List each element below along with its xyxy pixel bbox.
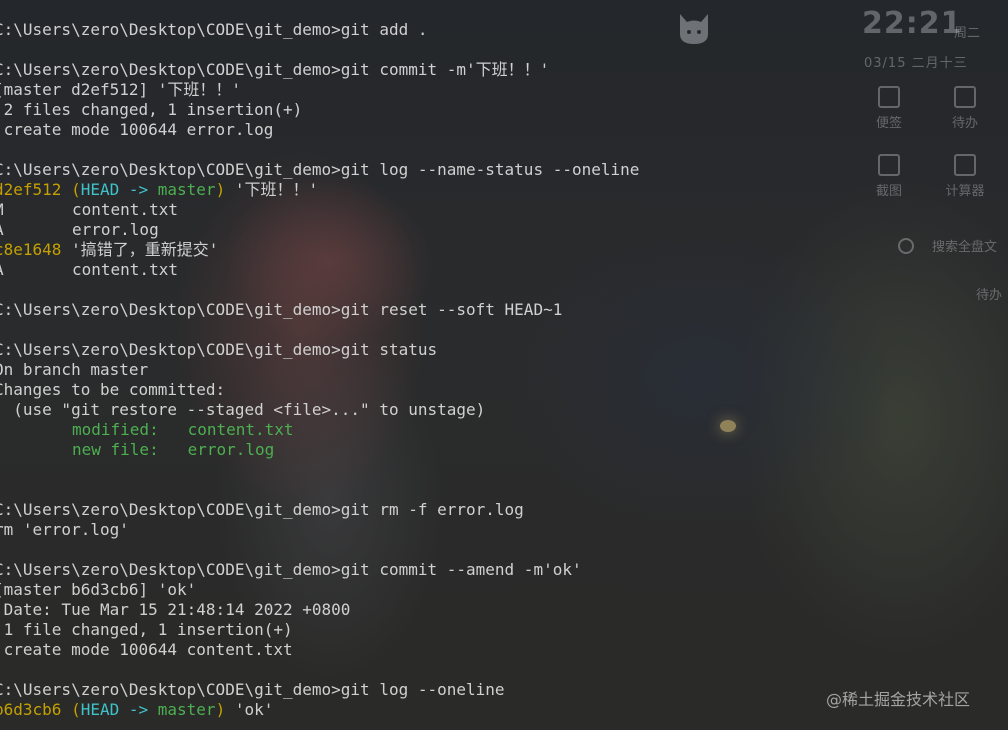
command: git reset --soft HEAD~1 xyxy=(340,300,563,319)
terminal-line: create mode 100644 error.log xyxy=(0,120,274,139)
terminal-line: C:\Users\zero\Desktop\CODE\git_demo>git … xyxy=(0,20,427,40)
terminal-line: C:\Users\zero\Desktop\CODE\git_demo>git … xyxy=(0,60,549,80)
prompt: C:\Users\zero\Desktop\CODE\git_demo> xyxy=(0,500,341,519)
terminal-line: C:\Users\zero\Desktop\CODE\git_demo>git … xyxy=(0,680,505,700)
log-entry: d2ef512 (HEAD -> master) '下班！！' xyxy=(0,180,318,200)
prompt: C:\Users\zero\Desktop\CODE\git_demo> xyxy=(0,300,341,319)
command: git status xyxy=(340,340,438,359)
command: git commit -m'下班！！' xyxy=(340,60,550,79)
command: git log --name-status --oneline xyxy=(340,160,640,179)
terminal-line: C:\Users\zero\Desktop\CODE\git_demo>git … xyxy=(0,560,582,580)
log-entry: c8e1648 '搞错了，重新提交' xyxy=(0,240,218,260)
ref-open: ( xyxy=(61,180,81,199)
watermark: @稀土掘金技术社区 xyxy=(826,690,971,709)
head-ref: HEAD -> xyxy=(80,700,158,719)
prompt: C:\Users\zero\Desktop\CODE\git_demo> xyxy=(0,560,341,579)
ref-close: ) xyxy=(215,700,226,719)
commit-message: '搞错了，重新提交' xyxy=(61,240,219,259)
file-status-row: Acontent.txt xyxy=(0,260,178,280)
prompt: C:\Users\zero\Desktop\CODE\git_demo> xyxy=(0,680,341,699)
terminal-line: C:\Users\zero\Desktop\CODE\git_demo>git … xyxy=(0,300,562,320)
terminal-line: 1 file changed, 1 insertion(+) xyxy=(0,620,293,639)
prompt: C:\Users\zero\Desktop\CODE\git_demo> xyxy=(0,60,341,79)
command: git commit --amend -m'ok' xyxy=(340,560,582,579)
branch-ref: master xyxy=(157,180,216,199)
staged-file: modified: content.txt xyxy=(72,420,294,439)
prompt: C:\Users\zero\Desktop\CODE\git_demo> xyxy=(0,160,341,179)
ref-close: ) xyxy=(215,180,226,199)
file-status: M xyxy=(0,200,4,219)
ref-open: ( xyxy=(61,700,81,719)
terminal-line: Date: Tue Mar 15 21:48:14 2022 +0800 xyxy=(0,600,351,619)
commit-hash: b6d3cb6 xyxy=(0,700,62,719)
head-ref: HEAD -> xyxy=(80,180,158,199)
command: git rm -f error.log xyxy=(340,500,524,519)
terminal-output: C:\Users\zero\Desktop\CODE\git_demo>git … xyxy=(0,0,1008,730)
commit-message: 'ok' xyxy=(225,700,274,719)
commit-hash: c8e1648 xyxy=(0,240,62,259)
staged-file: new file: error.log xyxy=(72,440,275,459)
file-name: content.txt xyxy=(72,260,178,279)
prompt: C:\Users\zero\Desktop\CODE\git_demo> xyxy=(0,20,341,39)
log-entry: b6d3cb6 (HEAD -> master) 'ok' xyxy=(0,700,273,720)
branch-ref: master xyxy=(157,700,216,719)
terminal-line: [master d2ef512] '下班！！' xyxy=(0,80,242,99)
file-name: error.log xyxy=(72,220,159,239)
file-status-row: Aerror.log xyxy=(0,220,159,240)
commit-message: '下班！！' xyxy=(225,180,319,199)
terminal-line: C:\Users\zero\Desktop\CODE\git_demo>git … xyxy=(0,500,524,520)
terminal-line: rm 'error.log' xyxy=(0,520,129,539)
prompt: C:\Users\zero\Desktop\CODE\git_demo> xyxy=(0,340,341,359)
command: git log --oneline xyxy=(340,680,505,699)
terminal-line: C:\Users\zero\Desktop\CODE\git_demo>git … xyxy=(0,160,639,180)
desktop-screen: 22:21 周二 03/15 二月十三 便签 待办 截图 计算器 搜索全盘文 待… xyxy=(0,0,1008,730)
file-status: A xyxy=(0,220,4,239)
terminal-line: 2 files changed, 1 insertion(+) xyxy=(0,100,303,119)
terminal-line: create mode 100644 content.txt xyxy=(0,640,293,659)
terminal-line: C:\Users\zero\Desktop\CODE\git_demo>git … xyxy=(0,340,437,360)
terminal-line: Changes to be committed: xyxy=(0,380,226,399)
command: git add . xyxy=(340,20,428,39)
commit-hash: d2ef512 xyxy=(0,180,62,199)
terminal-line: [master b6d3cb6] 'ok' xyxy=(0,580,197,599)
file-status-row: Mcontent.txt xyxy=(0,200,178,220)
file-name: content.txt xyxy=(72,200,178,219)
terminal-line: (use "git restore --staged <file>..." to… xyxy=(0,400,486,419)
file-status: A xyxy=(0,260,4,279)
terminal-line: On branch master xyxy=(0,360,149,379)
